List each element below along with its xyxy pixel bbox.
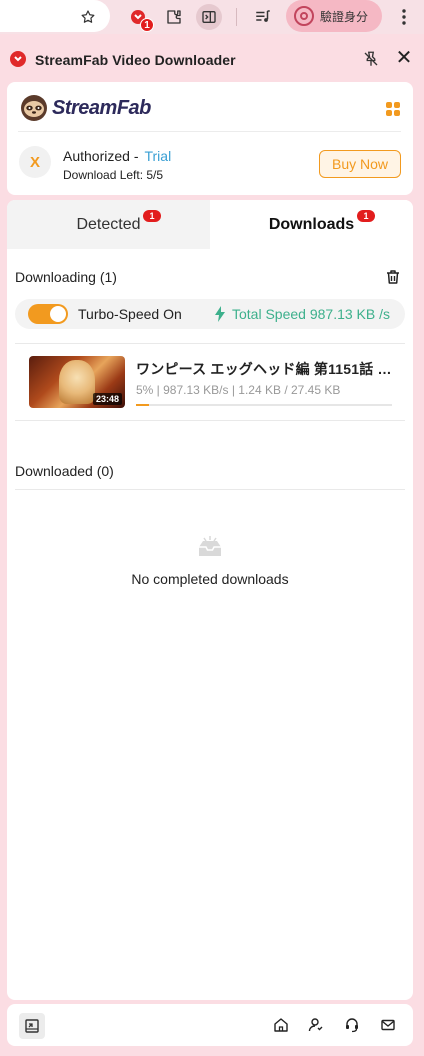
total-speed-label: Total Speed 987.13 KB /s <box>232 306 390 322</box>
support-icon[interactable] <box>344 1017 360 1033</box>
puzzle-icon[interactable] <box>161 4 187 30</box>
empty-inbox-icon <box>199 536 221 556</box>
video-duration: 23:48 <box>92 393 122 405</box>
turbo-speed-label: Turbo-Speed On <box>78 306 182 322</box>
divider <box>15 343 405 344</box>
tab-downloads-label: Downloads <box>268 216 355 233</box>
side-panel-icon[interactable] <box>196 4 222 30</box>
downloads-count-badge: 1 <box>357 210 375 222</box>
kebab-menu-icon[interactable] <box>391 4 417 30</box>
verify-icon <box>294 6 314 26</box>
downloads-card: Detected 1 Downloads 1 Downloading (1) T… <box>7 200 413 1000</box>
download-progress-fill <box>136 404 149 406</box>
side-panel-header: StreamFab Video Downloader ✕ <box>0 44 424 76</box>
bottom-toolbar <box>7 1004 413 1046</box>
home-icon[interactable] <box>273 1017 289 1033</box>
streamfab-extension-icon[interactable]: 1 <box>125 4 154 32</box>
account-icon[interactable] <box>308 1017 324 1033</box>
detected-count-badge: 1 <box>143 210 161 222</box>
lightning-icon <box>215 306 225 322</box>
tab-downloads[interactable]: Downloads 1 <box>210 200 413 249</box>
star-icon[interactable] <box>75 4 101 30</box>
apps-grid-icon[interactable] <box>385 101 401 117</box>
tab-detected[interactable]: Detected 1 <box>7 200 210 249</box>
extension-badge: 1 <box>140 18 154 32</box>
address-bar[interactable] <box>0 0 110 32</box>
turbo-speed-toggle[interactable] <box>28 304 68 324</box>
empty-state-text: No completed downloads <box>131 571 289 587</box>
download-stats: 5% | 987.13 KB/s | 1.24 KB / 27.45 KB <box>136 383 341 397</box>
buy-now-button[interactable]: Buy Now <box>319 150 401 178</box>
account-card: StreamFab X Authorized - Trial Download L… <box>7 82 413 195</box>
close-panel-icon[interactable]: ✕ <box>394 48 414 68</box>
tab-bar: Detected 1 Downloads 1 <box>7 200 413 249</box>
authorized-label: Authorized - <box>63 148 139 164</box>
turbo-speed-bar: Turbo-Speed On Total Speed 987.13 KB /s <box>15 299 405 329</box>
authorization-status: Authorized - Trial <box>63 148 171 164</box>
collapse-icon[interactable] <box>19 1013 45 1039</box>
mail-icon[interactable] <box>380 1017 396 1033</box>
toolbar-separator <box>236 8 237 26</box>
streamfab-logo-icon <box>10 51 26 67</box>
download-progress-bar <box>136 404 392 406</box>
browser-toolbar: 1 驗證身分 <box>0 0 424 34</box>
video-thumbnail: 23:48 <box>29 356 125 408</box>
brand-name: StreamFab <box>52 96 151 119</box>
download-left-label: Download Left: 5/5 <box>63 168 164 182</box>
avatar: X <box>19 146 51 178</box>
unpin-icon[interactable] <box>362 50 380 68</box>
downloaded-section-title: Downloaded (0) <box>15 463 114 479</box>
divider <box>15 489 405 490</box>
panel-title: StreamFab Video Downloader <box>35 52 236 68</box>
tab-detected-label: Detected <box>76 216 141 233</box>
verify-label: 驗證身分 <box>320 9 369 24</box>
verify-identity-button[interactable]: 驗證身分 <box>286 0 382 32</box>
downloading-section-title: Downloading (1) <box>15 269 117 285</box>
divider <box>18 131 401 132</box>
total-speed: Total Speed 987.13 KB /s <box>214 306 390 322</box>
media-control-icon[interactable] <box>250 4 276 30</box>
brand-logo: StreamFab <box>20 94 151 122</box>
trash-icon[interactable] <box>385 269 401 285</box>
sloth-mascot-icon <box>21 95 47 121</box>
divider <box>15 420 405 421</box>
video-title: ワンピース エッグヘッド編 第1151話 … <box>136 361 392 377</box>
plan-label[interactable]: Trial <box>144 148 171 164</box>
